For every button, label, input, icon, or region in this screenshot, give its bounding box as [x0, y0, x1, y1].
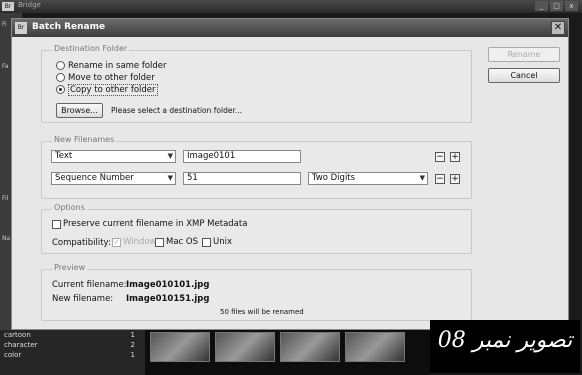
radio-button[interactable]: [56, 61, 65, 70]
keyword-list: cartoon 1 character 2 color 1: [0, 330, 145, 375]
list-item-count: 2: [130, 341, 135, 349]
app-title: Bridge: [18, 1, 41, 9]
list-item-name: character: [4, 341, 38, 349]
list-item[interactable]: character 2: [0, 340, 145, 350]
checkbox-label: Mac OS: [166, 237, 199, 247]
filename-type-select[interactable]: Text ▼: [51, 150, 176, 163]
preserve-filename-option[interactable]: Preserve current filename in XMP Metadat…: [52, 219, 247, 229]
app-close-button[interactable]: x: [565, 1, 578, 11]
select-value: Text: [55, 151, 73, 161]
options-legend: Options: [52, 203, 87, 212]
dialog-titlebar: Br Batch Rename ✕: [12, 19, 568, 37]
minimize-button[interactable]: _: [535, 1, 548, 11]
bridge-app-icon: Br: [15, 22, 27, 34]
text-value-input[interactable]: Image0101: [183, 150, 301, 163]
caption-text: تصویر نمبر 08: [437, 328, 573, 353]
new-filenames-legend: New Filenames: [52, 135, 117, 144]
sequence-start-input[interactable]: 51: [183, 172, 301, 185]
browse-button[interactable]: Browse...: [56, 103, 103, 118]
filename-type-select[interactable]: Sequence Number ▼: [51, 172, 176, 185]
list-item-name: color: [4, 351, 22, 359]
radio-label: Move to other folder: [68, 72, 155, 83]
radio-rename-same-folder[interactable]: Rename in same folder: [56, 60, 167, 71]
dialog-title: Batch Rename: [32, 22, 106, 32]
checkbox[interactable]: [52, 219, 61, 229]
preview-legend: Preview: [52, 263, 88, 272]
checkbox[interactable]: [202, 237, 211, 247]
thumbnail[interactable]: [280, 332, 340, 362]
maximize-button[interactable]: □: [550, 1, 563, 11]
checkmark-icon: ✓: [112, 237, 121, 247]
thumbnail[interactable]: [150, 332, 210, 362]
radio-label: Copy to other folder: [68, 83, 158, 96]
thumbnail-strip: [145, 330, 430, 375]
preview-group: Preview Current filename: Image010101.jp…: [41, 263, 472, 321]
new-filenames-group: New Filenames Text ▼ Image0101 − + Seque…: [41, 135, 472, 199]
app-window-controls: _ □ x: [535, 1, 578, 11]
close-icon[interactable]: ✕: [551, 21, 565, 35]
radio-button[interactable]: [56, 85, 65, 94]
list-item-count: 1: [130, 331, 135, 339]
radio-button[interactable]: [56, 73, 65, 82]
new-filename-value: Image010151.jpg: [126, 294, 210, 304]
thumbnail[interactable]: [345, 332, 405, 362]
remove-row-button[interactable]: −: [435, 152, 445, 162]
radio-copy-other-folder[interactable]: Copy to other folder: [56, 83, 158, 96]
destination-hint: Please select a destination folder...: [111, 106, 243, 115]
list-item[interactable]: cartoon 1: [0, 330, 145, 340]
chevron-down-icon: ▼: [167, 152, 173, 160]
unix-compat-option[interactable]: Unix: [202, 237, 232, 247]
checkbox-label: Unix: [213, 237, 233, 247]
current-filename-value: Image010101.jpg: [126, 280, 210, 290]
bridge-logo-icon: Br: [2, 2, 14, 11]
radio-label: Rename in same folder: [68, 60, 167, 71]
new-filename-label: New filename:: [52, 294, 114, 304]
remove-row-button[interactable]: −: [435, 174, 445, 184]
radio-move-other-folder[interactable]: Move to other folder: [56, 72, 155, 83]
destination-folder-legend: Destination Folder: [52, 44, 130, 53]
macos-compat-option[interactable]: Mac OS: [155, 237, 198, 247]
rename-count-note: 50 files will be renamed: [220, 308, 304, 316]
rename-button[interactable]: Rename: [488, 47, 560, 62]
checkbox[interactable]: [155, 237, 164, 247]
current-filename-label: Current filename:: [52, 280, 127, 290]
add-row-button[interactable]: +: [450, 152, 460, 162]
list-item-name: cartoon: [4, 331, 31, 339]
windows-compat-option: ✓ Windows: [112, 237, 161, 247]
chevron-down-icon: ▼: [419, 174, 425, 182]
app-titlebar: Br Bridge _ □ x: [0, 0, 582, 13]
compatibility-label: Compatibility:: [52, 238, 111, 248]
batch-rename-dialog: Br Batch Rename ✕ Rename Cancel Destinat…: [11, 18, 569, 330]
list-item[interactable]: color 1: [0, 350, 145, 360]
thumbnail[interactable]: [215, 332, 275, 362]
cancel-button[interactable]: Cancel: [488, 68, 560, 83]
digits-select[interactable]: Two Digits ▼: [308, 172, 428, 185]
checkbox-label: Preserve current filename in XMP Metadat…: [63, 219, 248, 229]
select-value: Sequence Number: [55, 173, 134, 183]
add-row-button[interactable]: +: [450, 174, 460, 184]
select-value: Two Digits: [312, 173, 356, 183]
chevron-down-icon: ▼: [167, 174, 173, 182]
list-item-count: 1: [130, 351, 135, 359]
destination-folder-group: Destination Folder Rename in same folder…: [41, 44, 472, 123]
options-group: Options Preserve current filename in XMP…: [41, 203, 472, 254]
figure-caption: تصویر نمبر 08: [430, 320, 580, 373]
